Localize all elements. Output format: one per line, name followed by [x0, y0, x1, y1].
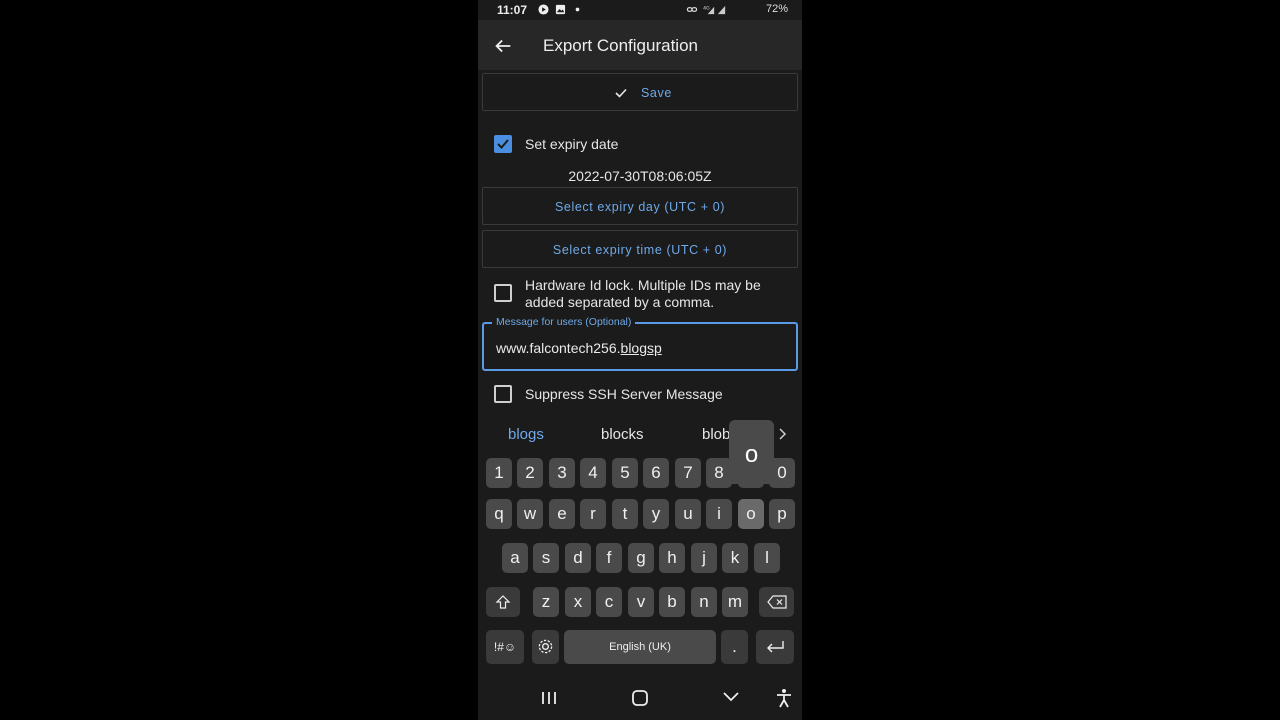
key-r[interactable]: r [580, 499, 606, 529]
suppress-ssh-checkbox[interactable] [494, 385, 512, 403]
message-field-label: Message for users (Optional) [492, 316, 636, 328]
key-preview-popup: o [729, 420, 774, 484]
key-h[interactable]: h [659, 543, 685, 573]
key-6[interactable]: 6 [643, 458, 669, 488]
enter-icon [767, 641, 784, 653]
key-3[interactable]: 3 [549, 458, 575, 488]
play-icon [538, 4, 549, 15]
key-a[interactable]: a [502, 543, 528, 573]
suggestion-1[interactable]: blogs [508, 426, 544, 443]
back-arrow-icon[interactable] [492, 35, 514, 57]
key-m[interactable]: m [722, 587, 748, 617]
key-t[interactable]: t [612, 499, 638, 529]
shift-key[interactable] [486, 587, 520, 617]
period-key[interactable]: . [721, 630, 748, 664]
backspace-key[interactable] [759, 587, 794, 617]
app-bar: Export Configuration [478, 20, 802, 70]
key-q[interactable]: q [486, 499, 512, 529]
key-z[interactable]: z [533, 587, 559, 617]
key-n[interactable]: n [691, 587, 717, 617]
page-title: Export Configuration [543, 36, 698, 55]
dot-icon [575, 7, 580, 12]
key-f[interactable]: f [596, 543, 622, 573]
battery-level: 72% [765, 3, 788, 15]
select-expiry-time-button[interactable]: Select expiry time (UTC + 0) [482, 230, 798, 268]
suggestion-2[interactable]: blocks [601, 426, 644, 443]
link-icon [686, 7, 698, 12]
set-expiry-checkbox[interactable] [494, 135, 512, 153]
key-k[interactable]: k [722, 543, 748, 573]
space-key[interactable]: English (UK) [564, 630, 716, 664]
key-j[interactable]: j [691, 543, 717, 573]
check-icon [615, 88, 627, 98]
key-d[interactable]: d [565, 543, 591, 573]
message-for-users-field[interactable]: Message for users (Optional) www.falcont… [482, 316, 798, 371]
key-5[interactable]: 5 [612, 458, 638, 488]
key-2[interactable]: 2 [517, 458, 543, 488]
gear-icon [538, 639, 553, 654]
status-time: 11:07 [497, 3, 528, 17]
status-bar: 11:07 4G 72% [478, 0, 802, 20]
svg-text:4G: 4G [703, 6, 710, 12]
hardware-id-lock-checkbox[interactable] [494, 284, 512, 302]
expiry-date-value: 2022-07-30T08:06:05Z [568, 168, 712, 184]
key-e[interactable]: e [549, 499, 575, 529]
key-l[interactable]: l [754, 543, 780, 573]
shift-icon [495, 595, 511, 609]
key-7[interactable]: 7 [675, 458, 701, 488]
home-icon[interactable] [631, 689, 649, 707]
checkmark-icon [497, 139, 509, 149]
suggestion-3[interactable]: blob [702, 426, 730, 443]
phone-screen: 11:07 4G 72% Export Configuration Save S… [478, 0, 802, 720]
key-y[interactable]: y [643, 499, 669, 529]
key-p[interactable]: p [769, 499, 795, 529]
set-expiry-label: Set expiry date [525, 136, 619, 152]
key-i[interactable]: i [706, 499, 732, 529]
key-v[interactable]: v [628, 587, 654, 617]
hardware-id-lock-label-line2: added separated by a comma. [525, 294, 715, 310]
navigation-bar [478, 675, 802, 720]
key-c[interactable]: c [596, 587, 622, 617]
signal-icon: 4G [703, 6, 726, 15]
backspace-icon [767, 595, 787, 609]
symbols-key[interactable]: !#☺ [486, 630, 524, 664]
hardware-id-lock-label-line1: Hardware Id lock. Multiple IDs may be [525, 277, 761, 293]
suppress-ssh-label: Suppress SSH Server Message [525, 386, 723, 402]
select-expiry-day-button[interactable]: Select expiry day (UTC + 0) [482, 187, 798, 225]
gallery-icon [555, 4, 566, 15]
save-label: Save [641, 86, 672, 100]
key-b[interactable]: b [659, 587, 685, 617]
key-w[interactable]: w [517, 499, 543, 529]
key-o[interactable]: o [738, 499, 764, 529]
message-field-value[interactable]: www.falcontech256.blogsp [496, 340, 662, 356]
key-x[interactable]: x [565, 587, 591, 617]
key-s[interactable]: s [533, 543, 559, 573]
message-text: www.falcontech256. [496, 340, 621, 356]
enter-key[interactable] [756, 630, 794, 664]
recent-apps-icon[interactable] [540, 690, 558, 706]
key-g[interactable]: g [628, 543, 654, 573]
key-u[interactable]: u [675, 499, 701, 529]
key-4[interactable]: 4 [580, 458, 606, 488]
key-1[interactable]: 1 [486, 458, 512, 488]
save-button[interactable]: Save [482, 73, 798, 111]
message-text-composing: blogsp [620, 340, 662, 356]
hide-keyboard-icon[interactable] [722, 690, 740, 704]
accessibility-icon[interactable] [775, 688, 793, 708]
chevron-right-icon[interactable] [776, 427, 788, 441]
settings-key[interactable] [532, 630, 559, 664]
